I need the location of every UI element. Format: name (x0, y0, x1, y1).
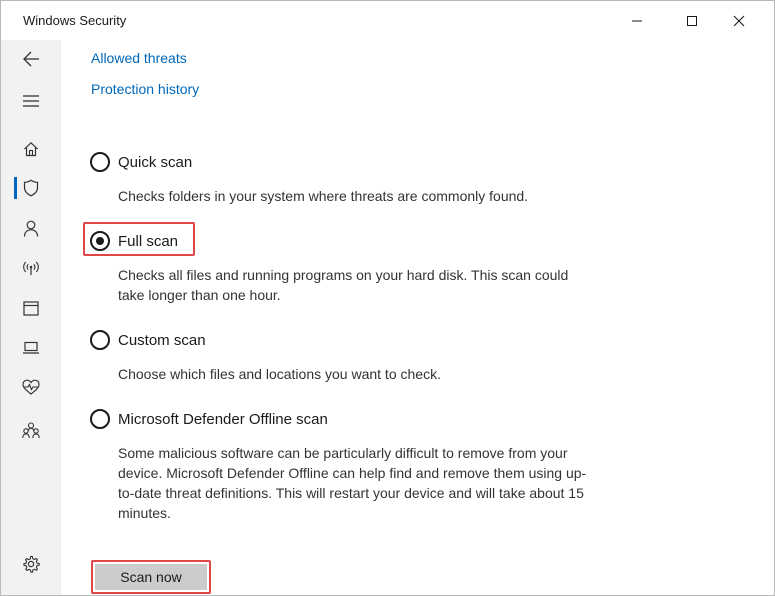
back-button[interactable] (1, 40, 61, 78)
sidebar-item-family-options[interactable] (1, 411, 61, 449)
scan-now-button[interactable]: Scan now (95, 564, 207, 590)
hamburger-icon (23, 95, 39, 107)
title-bar: Windows Security (1, 1, 774, 40)
gear-icon (23, 555, 40, 573)
laptop-icon (23, 341, 39, 354)
custom-scan-description: Choose which files and locations you wan… (118, 366, 441, 382)
close-button[interactable] (716, 1, 762, 40)
quick-scan-option[interactable]: Quick scan (90, 152, 192, 172)
offline-scan-option[interactable]: Microsoft Defender Offline scan (90, 409, 328, 429)
radio-selected-dot (96, 237, 104, 245)
quick-scan-radio[interactable] (90, 152, 110, 172)
protection-history-link[interactable]: Protection history (91, 81, 199, 97)
shield-icon (23, 179, 39, 197)
window-icon (23, 300, 39, 316)
full-scan-label: Full scan (118, 232, 179, 250)
sidebar-item-device-security[interactable] (1, 329, 61, 367)
home-icon (24, 141, 38, 157)
custom-scan-radio[interactable] (90, 330, 110, 350)
sidebar-item-firewall[interactable] (1, 249, 61, 287)
window-title: Windows Security (23, 13, 127, 28)
full-scan-description: Checks all files and running programs on… (118, 267, 569, 303)
maximize-button[interactable] (669, 1, 715, 40)
person-icon (23, 220, 39, 237)
offline-scan-radio[interactable] (90, 409, 110, 429)
back-arrow-icon (23, 51, 39, 67)
sidebar-item-home[interactable] (1, 130, 61, 168)
minimize-button[interactable] (614, 1, 660, 40)
custom-scan-option[interactable]: Custom scan (90, 330, 206, 350)
main-content: Allowed threats Protection history Quick… (61, 40, 774, 595)
sidebar (1, 40, 61, 595)
sidebar-item-virus-protection[interactable] (1, 169, 61, 207)
heart-pulse-icon (22, 379, 40, 395)
custom-scan-label: Custom scan (118, 331, 206, 349)
allowed-threats-link[interactable]: Allowed threats (91, 50, 187, 66)
menu-button[interactable] (1, 82, 61, 120)
sidebar-item-app-browser-control[interactable] (1, 289, 61, 327)
sidebar-item-device-performance[interactable] (1, 368, 61, 406)
windows-security-window: Windows Security Allowed threats Protect… (0, 0, 775, 596)
minimize-icon (632, 20, 642, 21)
family-icon (22, 421, 40, 438)
scan-now-highlight: Scan now (91, 560, 211, 594)
network-icon (23, 261, 39, 275)
full-scan-radio[interactable] (90, 231, 110, 251)
close-icon (733, 15, 745, 26)
offline-scan-label: Microsoft Defender Offline scan (118, 410, 328, 428)
offline-scan-description: Some malicious software can be particula… (118, 445, 587, 521)
sidebar-item-settings[interactable] (1, 545, 61, 583)
quick-scan-label: Quick scan (118, 153, 193, 171)
maximize-icon (687, 15, 697, 26)
quick-scan-description: Checks folders in your system where thre… (118, 188, 529, 204)
sidebar-item-account-protection[interactable] (1, 209, 61, 247)
full-scan-option[interactable]: Full scan (90, 231, 178, 251)
